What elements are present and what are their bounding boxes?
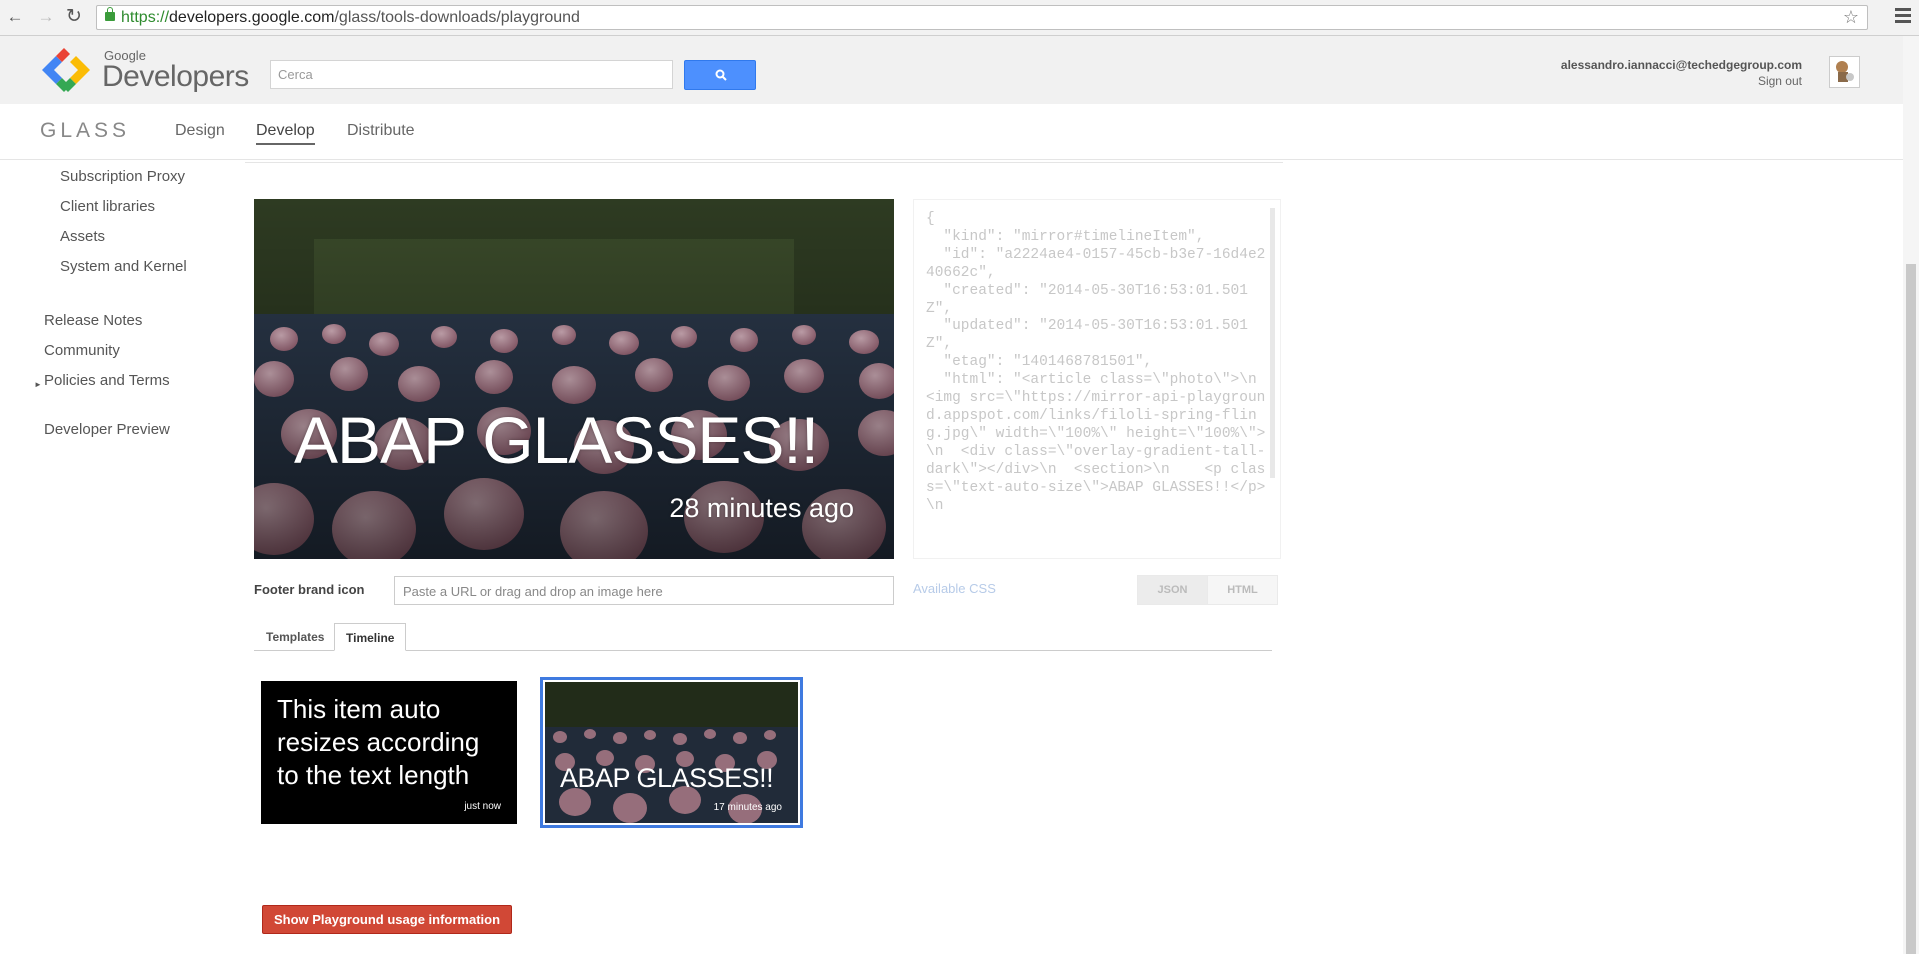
footer-brand-icon-label: Footer brand icon	[254, 582, 365, 597]
url-text: https://developers.google.com/glass/tool…	[121, 9, 580, 26]
tab-timeline[interactable]: Timeline	[334, 623, 407, 651]
json-editor[interactable]: { "kind": "mirror#timelineItem", "id": "…	[913, 199, 1281, 559]
sidebar-item-system-kernel[interactable]: System and Kernel	[60, 258, 187, 275]
footer-brand-icon-input[interactable]: Paste a URL or drag and drop an image he…	[394, 576, 894, 605]
card-title: ABAP GLASSES!!	[294, 403, 819, 477]
forward-arrow-icon[interactable]: →	[36, 7, 56, 27]
site-header: Google Developers Cerca alessandro.ianna…	[0, 36, 1903, 104]
search-icon	[715, 69, 727, 81]
page-scrollbar[interactable]	[1903, 36, 1919, 954]
browser-menu-icon[interactable]	[1895, 5, 1911, 25]
avatar-image-icon	[1836, 61, 1854, 82]
json-button[interactable]: JSON	[1138, 576, 1208, 604]
format-toggle: JSON HTML	[1137, 575, 1278, 605]
sidebar-item-client-libraries[interactable]: Client libraries	[60, 198, 155, 215]
timeline-item[interactable]: This item auto resizes according to the …	[261, 681, 517, 824]
back-arrow-icon[interactable]: ←	[5, 7, 25, 27]
glass-logo[interactable]: GLASS	[40, 119, 130, 143]
timeline-item-time: 17 minutes ago	[713, 802, 782, 813]
sidebar-item-release-notes[interactable]: Release Notes	[44, 312, 142, 329]
show-usage-info-button[interactable]: Show Playground usage information	[262, 905, 512, 934]
search-input[interactable]: Cerca	[270, 60, 673, 89]
sidebar-item-policies-terms[interactable]: Policies and Terms	[44, 372, 170, 389]
sidebar-item-community[interactable]: Community	[44, 342, 120, 359]
address-bar[interactable]: https://developers.google.com/glass/tool…	[96, 5, 1868, 30]
bookmark-star-icon[interactable]: ☆	[1843, 7, 1859, 28]
reload-icon[interactable]: ↻	[64, 7, 84, 27]
nav-distribute[interactable]: Distribute	[347, 122, 415, 143]
content-divider	[245, 162, 1283, 163]
available-css-link[interactable]: Available CSS	[913, 581, 996, 596]
html-button[interactable]: HTML	[1208, 576, 1277, 604]
json-scrollbar[interactable]	[1270, 208, 1275, 478]
timeline-card-preview: ABAP GLASSES!! 28 minutes ago	[254, 199, 894, 559]
browser-toolbar: ← → ↻ https://developers.google.com/glas…	[0, 0, 1919, 36]
timeline-item-time: just now	[464, 801, 501, 812]
tabs-divider	[254, 650, 1272, 651]
json-content[interactable]: { "kind": "mirror#timelineItem", "id": "…	[926, 211, 1266, 515]
avatar[interactable]	[1829, 56, 1860, 88]
product-nav: GLASS Design Develop Distribute	[0, 104, 1903, 160]
sidebar-item-developer-preview[interactable]: Developer Preview	[44, 421, 170, 438]
google-developers-logo-icon[interactable]	[40, 48, 92, 92]
lock-icon	[105, 7, 115, 21]
tab-templates[interactable]: Templates	[255, 623, 335, 651]
logo-developers-text: Developers	[102, 60, 249, 93]
sidebar-item-subscription-proxy[interactable]: Subscription Proxy	[60, 168, 185, 185]
search-button[interactable]	[684, 60, 756, 90]
sign-out-link[interactable]: Sign out	[1758, 74, 1802, 88]
timeline-item-text: This item auto resizes according to the …	[277, 694, 480, 790]
nav-develop[interactable]: Develop	[256, 122, 315, 145]
sidebar-item-assets[interactable]: Assets	[60, 228, 105, 245]
user-email: alessandro.iannacci@techedgegroup.com	[1560, 58, 1802, 72]
card-timestamp: 28 minutes ago	[669, 493, 854, 523]
timeline-item-selected[interactable]: ABAP GLASSES!! 17 minutes ago	[540, 677, 803, 828]
expand-caret-icon[interactable]: ►	[34, 380, 42, 389]
nav-design[interactable]: Design	[175, 122, 225, 143]
page-scrollbar-thumb[interactable]	[1906, 264, 1916, 954]
timeline-item-text: ABAP GLASSES!!	[560, 763, 774, 793]
